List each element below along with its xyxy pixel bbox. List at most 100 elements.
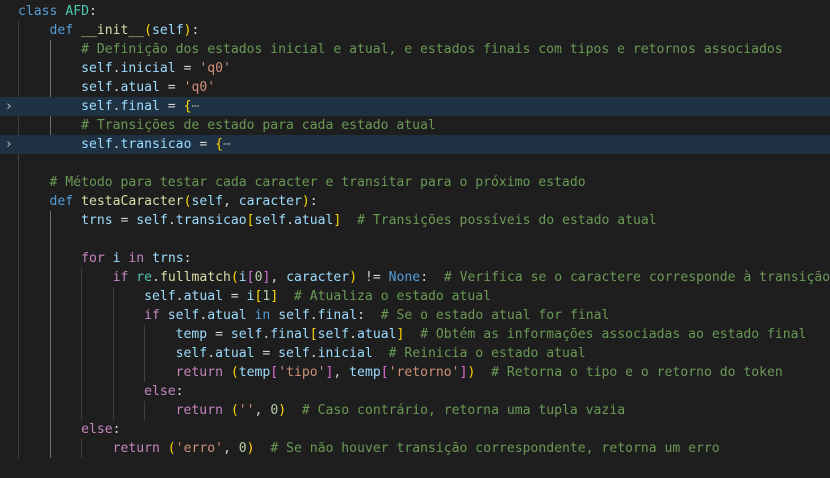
code-token: . bbox=[167, 213, 176, 228]
code-token: , bbox=[254, 403, 271, 418]
code-token: ) bbox=[246, 441, 255, 456]
code-token: return bbox=[112, 441, 160, 456]
code-token: final bbox=[120, 99, 160, 114]
code-token: class bbox=[18, 4, 58, 19]
chevron-right-icon[interactable]: › bbox=[2, 135, 16, 154]
line-gutter bbox=[0, 420, 18, 439]
code-token: # Atualiza o estado atual bbox=[293, 289, 492, 304]
code-token: = bbox=[159, 99, 184, 114]
code-token: self bbox=[191, 194, 223, 209]
code-token: in bbox=[128, 251, 145, 266]
code-token: return bbox=[175, 403, 223, 418]
code-line[interactable]: class AFD: bbox=[0, 2, 830, 21]
code-token: else bbox=[144, 384, 176, 399]
line-gutter: › bbox=[0, 135, 18, 154]
code-line[interactable]: self.inicial = 'q0' bbox=[0, 59, 830, 78]
code-token: . bbox=[309, 346, 318, 361]
code-token: transicao bbox=[120, 137, 192, 152]
code-line[interactable]: def testaCaracter(self, caracter): bbox=[0, 192, 830, 211]
code-token: return bbox=[175, 365, 223, 380]
code-line[interactable]: return ('', 0) # Caso contrário, retorna… bbox=[0, 401, 830, 420]
code-token: . bbox=[112, 80, 121, 95]
code-text: self.atual = 'q0' bbox=[18, 78, 215, 97]
code-line[interactable]: temp = self.final[self.atual] # Obtém as… bbox=[0, 325, 830, 344]
code-text: return (temp['tipo'], temp['retorno']) #… bbox=[18, 363, 783, 382]
code-token: inicial bbox=[317, 346, 373, 361]
code-token: = bbox=[207, 327, 231, 342]
code-token: . bbox=[286, 213, 294, 228]
fold-ellipsis-icon[interactable]: ⋯ bbox=[223, 137, 231, 152]
code-line[interactable]: return (temp['tipo'], temp['retorno']) #… bbox=[0, 363, 830, 382]
code-text: if re.fullmatch(i[0], caracter) != None:… bbox=[18, 268, 830, 287]
code-token: atual bbox=[183, 289, 223, 304]
code-token: self bbox=[278, 308, 310, 323]
code-line[interactable] bbox=[0, 154, 830, 173]
code-line-folded[interactable]: › self.final = {⋯ bbox=[0, 97, 830, 116]
code-token: , bbox=[223, 441, 239, 456]
code-token: '' bbox=[238, 403, 255, 418]
code-token: testaCaracter bbox=[81, 194, 184, 209]
code-token: , bbox=[223, 194, 239, 209]
code-token: : bbox=[183, 251, 192, 266]
code-line[interactable]: # Definição dos estados inicial e atual,… bbox=[0, 40, 830, 59]
code-line[interactable]: def __init__(self): bbox=[0, 21, 830, 40]
code-token: ( bbox=[144, 23, 153, 38]
code-line[interactable]: # Transições de estado para cada estado … bbox=[0, 116, 830, 135]
code-line[interactable]: if re.fullmatch(i[0], caracter) != None:… bbox=[0, 268, 830, 287]
code-text: for i in trns: bbox=[18, 249, 192, 268]
code-text: trns = self.transicao[self.atual] # Tran… bbox=[18, 211, 657, 230]
line-gutter bbox=[0, 230, 18, 249]
chevron-right-icon[interactable]: › bbox=[2, 97, 16, 116]
code-text: else: bbox=[18, 382, 183, 401]
code-line[interactable]: trns = self.transicao[self.atual] # Tran… bbox=[0, 211, 830, 230]
code-token: . bbox=[207, 346, 216, 361]
code-token: atual bbox=[293, 213, 334, 228]
line-gutter bbox=[0, 344, 18, 363]
code-text: return ('', 0) # Caso contrário, retorna… bbox=[18, 401, 625, 420]
code-token: self bbox=[81, 137, 113, 152]
code-line-folded[interactable]: › self.transicao = {⋯ bbox=[0, 135, 830, 154]
code-token: { bbox=[215, 137, 223, 152]
code-line[interactable]: return ('erro', 0) # Se não houver trans… bbox=[0, 439, 830, 458]
code-token: # Caso contrário, retorna uma tupla vazi… bbox=[301, 403, 626, 418]
code-token: ( bbox=[230, 365, 239, 380]
line-gutter bbox=[0, 173, 18, 192]
code-line[interactable]: if self.atual in self.final: # Se o esta… bbox=[0, 306, 830, 325]
code-token: = bbox=[159, 80, 184, 95]
code-line[interactable]: self.atual = i[1] # Atualiza o estado at… bbox=[0, 287, 830, 306]
code-line[interactable]: self.atual = 'q0' bbox=[0, 78, 830, 97]
code-token: 'erro' bbox=[175, 441, 223, 456]
line-gutter bbox=[0, 154, 18, 173]
code-token: self bbox=[317, 327, 350, 342]
code-token: i bbox=[246, 289, 255, 304]
code-token: final bbox=[317, 308, 358, 323]
code-line[interactable] bbox=[0, 230, 830, 249]
code-text: self.inicial = 'q0' bbox=[18, 59, 231, 78]
code-line[interactable]: self.atual = self.inicial # Reinicia o e… bbox=[0, 344, 830, 363]
code-token: : bbox=[112, 422, 121, 437]
code-text: self.atual = self.inicial # Reinicia o e… bbox=[18, 344, 586, 363]
code-token: self bbox=[175, 346, 208, 361]
code-token: def bbox=[49, 194, 74, 209]
code-line[interactable]: else: bbox=[0, 382, 830, 401]
code-line[interactable]: else: bbox=[0, 420, 830, 439]
code-token: atual bbox=[120, 80, 160, 95]
code-line[interactable]: for i in trns: bbox=[0, 249, 830, 268]
code-token: self bbox=[81, 61, 113, 76]
code-editor[interactable]: class AFD: def __init__(self): # Definição… bbox=[0, 0, 830, 478]
code-token: self bbox=[136, 213, 168, 228]
fold-ellipsis-icon[interactable]: ⋯ bbox=[191, 99, 199, 114]
code-token: atual bbox=[215, 346, 255, 361]
code-token: ) bbox=[349, 270, 358, 285]
line-gutter bbox=[0, 192, 18, 211]
code-line[interactable]: # Método para testar cada caracter e tra… bbox=[0, 173, 830, 192]
code-token: temp bbox=[175, 327, 208, 342]
code-text: def testaCaracter(self, caracter): bbox=[18, 192, 318, 211]
